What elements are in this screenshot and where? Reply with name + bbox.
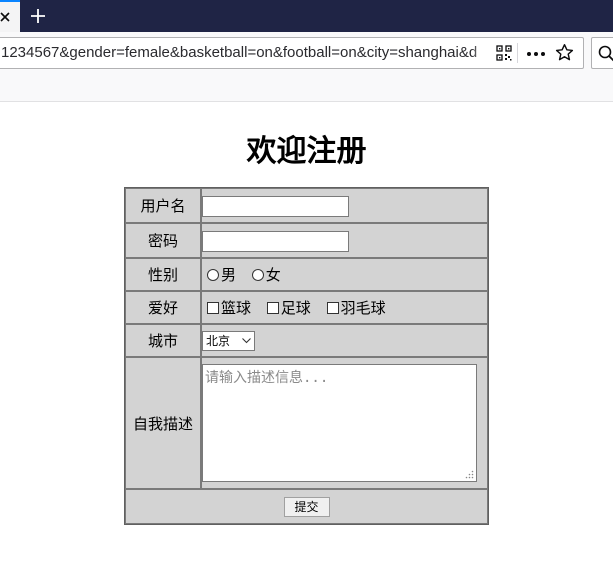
hobby-row: 爱好 篮球 足球 羽毛球 (125, 291, 488, 324)
city-row: 城市 北京 (125, 324, 488, 357)
resize-grip-icon[interactable] (465, 470, 474, 479)
male-label: 男 (221, 266, 237, 284)
qr-code-icon[interactable] (496, 45, 512, 61)
active-tab[interactable] (0, 0, 20, 32)
password-label: 密码 (125, 223, 201, 258)
more-dots-icon[interactable] (526, 51, 546, 57)
badminton-checkbox[interactable] (326, 301, 339, 314)
description-textarea[interactable]: 请输入描述信息... (202, 364, 477, 482)
hobby-label: 爱好 (125, 291, 201, 324)
url-fade (471, 38, 493, 68)
username-input[interactable] (202, 195, 349, 217)
url-bar[interactable]: 1234567&gender=female&basketball=on&foot… (0, 37, 584, 69)
tab-bar (0, 0, 613, 32)
hobby-option-football[interactable]: 足球 (262, 297, 311, 318)
female-label: 女 (265, 266, 281, 284)
gender-label: 性别 (125, 258, 201, 291)
password-row: 密码 (125, 223, 488, 258)
page-content: 欢迎注册 用户名 密码 性别 男 女 爱好 篮球 足球 羽毛球 城市 北京 自我… (0, 102, 613, 570)
username-row: 用户名 (125, 188, 488, 223)
city-selected-value: 北京 (206, 334, 231, 348)
city-label: 城市 (125, 324, 201, 357)
url-separator (517, 43, 518, 63)
close-icon[interactable] (0, 10, 14, 24)
gender-option-male[interactable]: 男 (202, 264, 236, 285)
basketball-checkbox[interactable] (207, 301, 219, 314)
hobby-option-basketball[interactable]: 篮球 (202, 297, 251, 318)
search-box[interactable] (591, 37, 613, 69)
description-label: 自我描述 (125, 357, 201, 489)
bookmarks-bar (0, 74, 613, 102)
password-input[interactable] (202, 230, 349, 252)
star-icon[interactable] (555, 43, 574, 62)
registration-form: 用户名 密码 性别 男 女 爱好 篮球 足球 羽毛球 城市 北京 自我描述 请输… (124, 187, 489, 525)
gender-row: 性别 男 女 (125, 258, 488, 291)
football-label: 足球 (280, 299, 311, 317)
gender-option-female[interactable]: 女 (247, 264, 281, 285)
description-row: 自我描述 请输入描述信息... (125, 357, 488, 489)
description-placeholder: 请输入描述信息... (205, 370, 329, 386)
city-select[interactable]: 北京 (202, 330, 255, 351)
hobby-option-badminton[interactable]: 羽毛球 (322, 297, 386, 318)
username-label: 用户名 (125, 188, 201, 223)
submit-button[interactable]: 提交 (283, 496, 330, 517)
basketball-label: 篮球 (221, 299, 252, 317)
search-icon (598, 45, 613, 62)
navigation-toolbar: 1234567&gender=female&basketball=on&foot… (0, 32, 613, 74)
page-title: 欢迎注册 (246, 134, 367, 169)
football-checkbox[interactable] (266, 301, 279, 314)
female-radio[interactable] (251, 268, 264, 281)
submit-row: 提交 (125, 489, 488, 524)
badminton-label: 羽毛球 (340, 299, 386, 317)
plus-icon[interactable] (26, 4, 50, 28)
url-text[interactable]: 1234567&gender=female&basketball=on&foot… (1, 38, 491, 68)
male-radio[interactable] (207, 268, 219, 281)
chevron-down-icon (242, 337, 251, 343)
